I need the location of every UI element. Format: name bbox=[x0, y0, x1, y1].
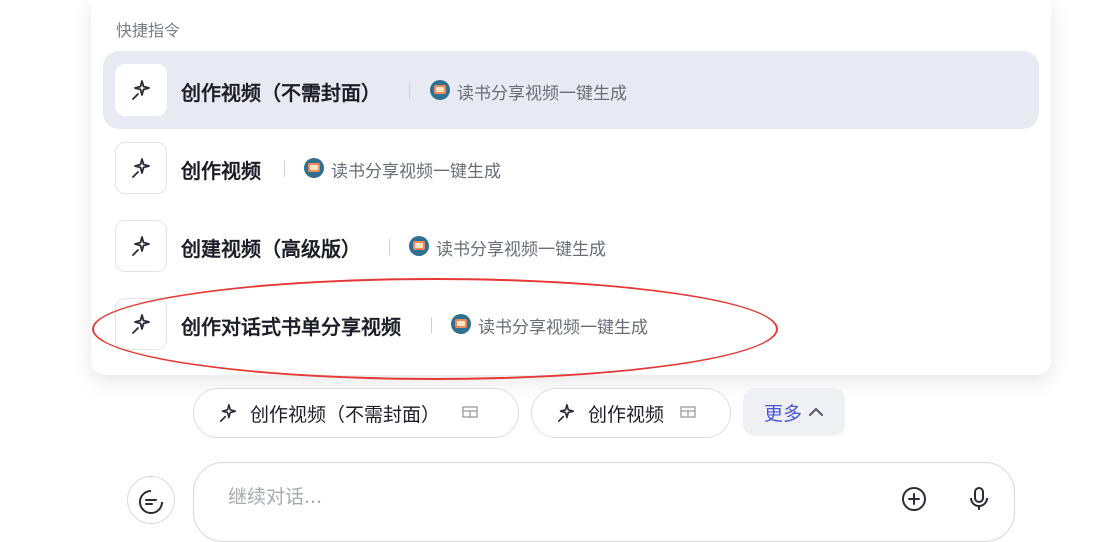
sparkle-icon bbox=[218, 403, 238, 423]
sparkle-icon bbox=[115, 298, 167, 350]
divider bbox=[431, 317, 432, 333]
command-item-create-video[interactable]: 创作视频 读书分享视频一键生成 bbox=[103, 129, 1039, 207]
command-item-create-video-no-cover[interactable]: 创作视频（不需封面） 读书分享视频一键生成 bbox=[103, 51, 1039, 129]
bot-name: 读书分享视频一键生成 bbox=[436, 240, 606, 260]
bot-name: 读书分享视频一键生成 bbox=[457, 84, 627, 104]
chat-input-box bbox=[193, 462, 1015, 542]
chevron-up-icon bbox=[808, 406, 824, 418]
microphone-icon[interactable] bbox=[966, 485, 992, 513]
shortcut-commands-panel: 快捷指令 创作视频（不需封面） 读书分享视频一键生成 创作视频 读书分享视频一键… bbox=[91, 0, 1051, 375]
command-name: 创作视频（不需封面） bbox=[181, 81, 381, 105]
table-icon bbox=[462, 406, 478, 420]
chip-label: 创作视频（不需封面） bbox=[250, 403, 441, 426]
more-button[interactable]: 更多 bbox=[743, 388, 845, 436]
divider bbox=[409, 83, 410, 99]
chip-create-video[interactable]: 创作视频 bbox=[531, 388, 731, 438]
command-name: 创作对话式书单分享视频 bbox=[181, 315, 401, 339]
new-chat-button[interactable] bbox=[127, 476, 175, 524]
divider bbox=[389, 239, 390, 255]
sparkle-icon bbox=[115, 220, 167, 272]
plus-circle-icon[interactable] bbox=[900, 485, 928, 513]
table-icon bbox=[680, 406, 696, 420]
bot-avatar-icon bbox=[409, 236, 429, 256]
bot-avatar-icon bbox=[451, 314, 471, 334]
more-label: 更多 bbox=[763, 402, 802, 425]
command-name: 创建视频（高级版） bbox=[181, 237, 361, 261]
bot-avatar-icon bbox=[304, 158, 324, 178]
chip-label: 创作视频 bbox=[588, 403, 665, 426]
command-item-create-booklist-video[interactable]: 创作对话式书单分享视频 读书分享视频一键生成 bbox=[103, 285, 1039, 363]
bot-name: 读书分享视频一键生成 bbox=[331, 162, 501, 182]
sparkle-icon bbox=[556, 403, 576, 423]
sparkle-icon bbox=[115, 64, 167, 116]
command-item-create-video-advanced[interactable]: 创建视频（高级版） 读书分享视频一键生成 bbox=[103, 207, 1039, 285]
divider bbox=[284, 161, 285, 177]
bot-avatar-icon bbox=[430, 80, 450, 100]
chat-input[interactable] bbox=[226, 485, 830, 509]
new-chat-icon bbox=[138, 489, 164, 519]
bot-name: 读书分享视频一键生成 bbox=[478, 318, 648, 338]
panel-title: 快捷指令 bbox=[116, 21, 181, 40]
command-name: 创作视频 bbox=[181, 159, 261, 183]
sparkle-icon bbox=[115, 142, 167, 194]
chip-create-video-no-cover[interactable]: 创作视频（不需封面） bbox=[193, 388, 519, 438]
